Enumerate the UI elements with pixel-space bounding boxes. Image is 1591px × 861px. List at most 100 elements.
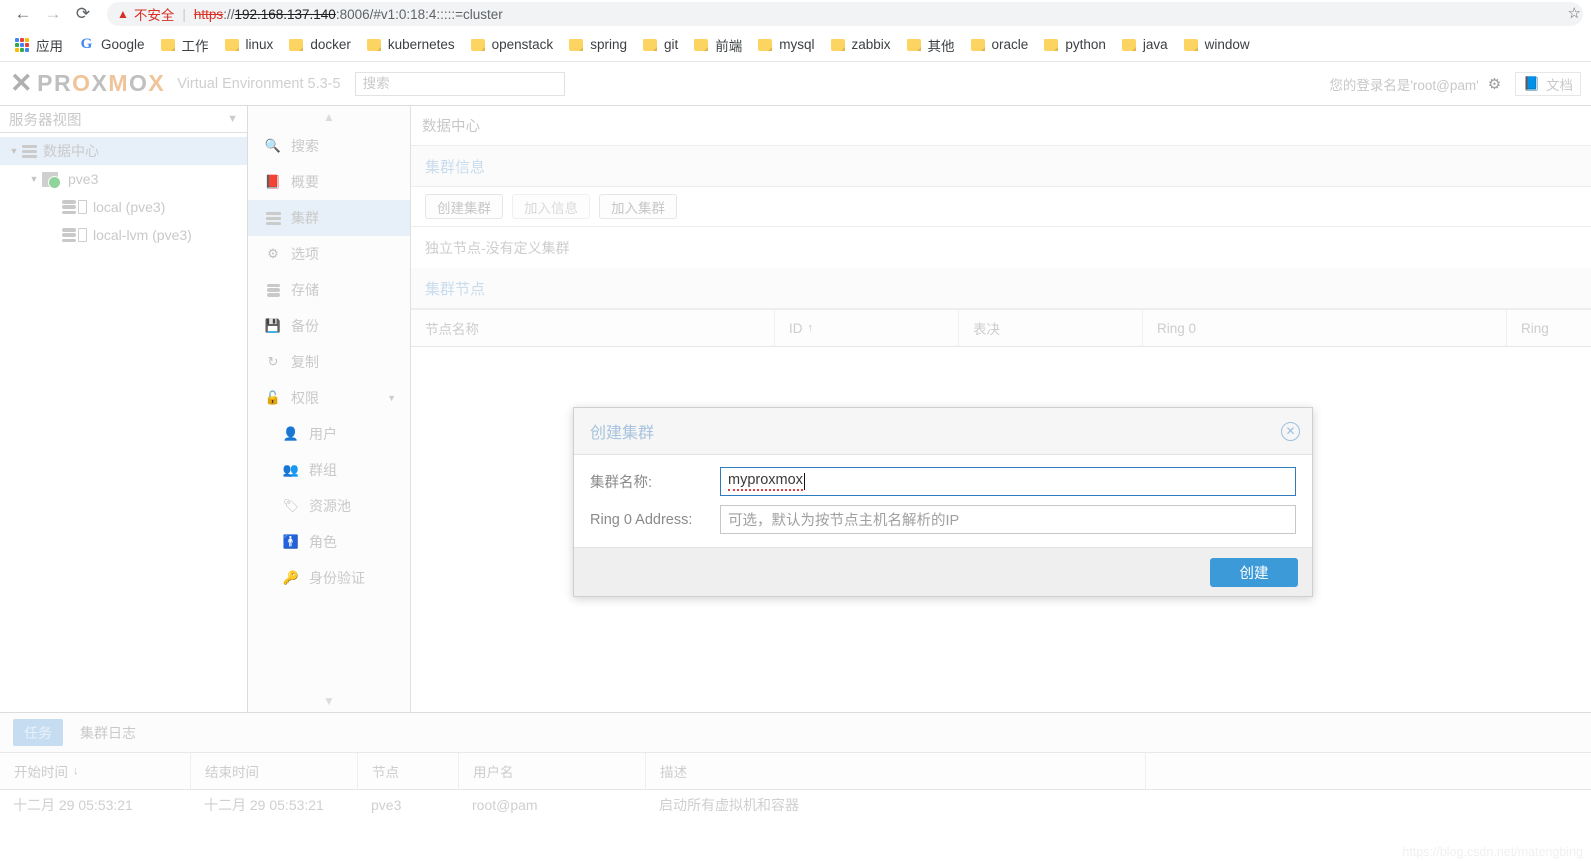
folder-icon (758, 38, 773, 51)
nav-item-book[interactable]: 📕 概要 (248, 164, 410, 200)
column-header[interactable]: 节点 (358, 753, 459, 789)
bookmark-label: 应用 (36, 38, 63, 54)
ring0-address-input[interactable]: 可选，默认为按节点主机名解析的IP (720, 505, 1296, 534)
datacenter-nav-panel: ▲ 🔍 搜索 📕 概要 集群 ⚙ 选项 存储 💾 备份 ↻ 复制 🔓 权限 ▼ 👤 用户 👥 群组 🏷 资源池 🚹 角色 🔑 身… (248, 106, 411, 712)
gear-icon[interactable]: ⚙ (1488, 75, 1501, 93)
folder-icon (906, 38, 921, 51)
nav-item-tag[interactable]: 🏷 资源池 (248, 488, 410, 524)
bookmark-item[interactable]: git (636, 33, 685, 57)
bookmark-item[interactable]: 其他 (900, 33, 962, 57)
bookmark-label: Google (101, 37, 145, 52)
chevron-down-icon[interactable]: ▼ (387, 393, 396, 403)
nav-item-unlock[interactable]: 🔓 权限 ▼ (248, 380, 410, 416)
nav-item-search[interactable]: 🔍 搜索 (248, 128, 410, 164)
tab-1[interactable]: 集群日志 (69, 719, 147, 746)
logo-x3: X (148, 70, 166, 96)
bookmark-item[interactable]: linux (218, 33, 281, 57)
cluster-nodes-title: 集群节点 (411, 268, 1591, 309)
dialog-title: 创建集群 (590, 425, 655, 442)
nav-item-label: 复制 (291, 354, 319, 370)
table-row[interactable]: 十二月 29 05:53:21 十二月 29 05:53:21 pve3 root@p… (0, 790, 1591, 820)
tree-item-local[interactable]: local (pve3) (0, 193, 247, 221)
nav-item-person[interactable]: 🚹 角色 (248, 524, 410, 560)
column-header[interactable]: Ring 0 (1143, 310, 1507, 346)
form-row: Ring 0 Address: 可选，默认为按节点主机名解析的IP (590, 505, 1296, 534)
column-header[interactable]: 描述 (646, 753, 1146, 789)
bookmark-item[interactable]: oracle (964, 33, 1036, 57)
bookmark-label: kubernetes (387, 37, 455, 52)
bookmark-item[interactable]: G Google (72, 33, 152, 57)
bookmark-item[interactable]: spring (562, 33, 634, 57)
tree-view-selector[interactable]: 服务器视图 ▼ (0, 106, 247, 133)
bookmark-label: mysql (779, 37, 815, 52)
task-description: 启动所有虚拟机和容器 (659, 797, 799, 813)
forward-arrow-icon[interactable]: → (38, 2, 68, 26)
datacenter-icon (22, 144, 37, 158)
toolbar-button-0[interactable]: 创建集群 (425, 194, 503, 219)
column-header-label: ID (789, 320, 803, 336)
column-header[interactable]: 用户名 (459, 753, 646, 789)
bookmark-item[interactable]: openstack (464, 33, 561, 57)
bookmark-item[interactable]: zabbix (824, 33, 898, 57)
bookmark-item[interactable]: kubernetes (360, 33, 462, 57)
chevron-down-icon[interactable]: ▼ (6, 146, 22, 156)
folder-icon (1044, 38, 1059, 51)
column-header[interactable]: 节点名称 (411, 310, 775, 346)
column-header[interactable]: Ring (1507, 310, 1591, 346)
search-icon: 🔍 (264, 138, 282, 153)
close-circle-icon[interactable]: ✕ (1281, 421, 1300, 441)
key-icon: 🔑 (282, 570, 300, 585)
nav-item-cluster[interactable]: 集群 (248, 200, 410, 236)
nav-item-label: 身份验证 (309, 570, 365, 586)
nav-item-label: 备份 (291, 318, 319, 334)
create-button[interactable]: 创建 (1210, 557, 1298, 587)
bookmark-item[interactable]: docker (282, 33, 358, 57)
nav-item-user[interactable]: 👤 用户 (248, 416, 410, 452)
folder-icon (470, 38, 485, 51)
folder-icon (1183, 38, 1198, 51)
nav-item-save[interactable]: 💾 备份 (248, 308, 410, 344)
bookmark-item[interactable]: 应用 (8, 33, 70, 57)
task-node: pve3 (371, 797, 402, 813)
column-header[interactable]: 表决 (959, 310, 1143, 346)
task-end-time: 十二月 29 05:53:21 (204, 797, 324, 813)
column-header-label: Ring (1521, 320, 1549, 336)
url-host: 192.168.137.140 (234, 6, 336, 22)
bookmark-label: java (1142, 37, 1168, 52)
tree-item-local-lvm[interactable]: local-lvm (pve3) (0, 221, 247, 249)
storage-icon (62, 228, 87, 242)
nav-item-replicate[interactable]: ↻ 复制 (248, 344, 410, 380)
bookmark-item[interactable]: python (1037, 33, 1113, 57)
chevron-down-icon[interactable]: ▼ (26, 174, 42, 184)
tree-item-pve3[interactable]: ▼ pve3 (0, 165, 247, 193)
bookmark-item[interactable]: window (1177, 33, 1257, 57)
reload-icon[interactable]: ⟳ (68, 2, 98, 26)
bookmark-item[interactable]: mysql (751, 33, 821, 57)
nav-item-users[interactable]: 👥 群组 (248, 452, 410, 488)
tab-0[interactable]: 任务 (13, 719, 63, 746)
search-input[interactable]: 搜索 (354, 71, 565, 96)
bookmark-item[interactable]: 工作 (154, 33, 216, 57)
tree-item-数据中心[interactable]: ▼ 数据中心 (0, 137, 247, 165)
tree-item-label: pve3 (68, 171, 99, 187)
nav-item-key[interactable]: 🔑 身份验证 (248, 560, 410, 596)
cluster-name-input[interactable]: myproxmox (720, 467, 1296, 496)
bookmark-star-icon[interactable]: ☆ (1568, 4, 1581, 22)
logo-o2: O (129, 70, 149, 96)
chevron-down-icon[interactable]: ▼ (248, 690, 410, 712)
documentation-button[interactable]: 📘 文档 (1515, 71, 1581, 96)
bookmark-item[interactable]: 前端 (687, 33, 749, 57)
back-arrow-icon[interactable]: ← (8, 2, 38, 26)
address-bar[interactable]: ▲ 不安全 | https://192.168.137.140:8006/#v1… (107, 2, 1583, 26)
bookmark-item[interactable]: java (1115, 33, 1175, 57)
field-label: Ring 0 Address: (590, 511, 693, 528)
nav-item-storage[interactable]: 存储 (248, 272, 410, 308)
toolbar-button-2[interactable]: 加入集群 (599, 194, 677, 219)
column-header[interactable]: 开始时间 ↓ (0, 753, 191, 789)
column-header[interactable]: 结束时间 (191, 753, 358, 789)
bookmark-label: python (1065, 37, 1106, 52)
column-header[interactable]: ID ↑ (775, 310, 959, 346)
chevron-up-icon[interactable]: ▲ (248, 106, 410, 128)
nav-item-gear[interactable]: ⚙ 选项 (248, 236, 410, 272)
bookmark-label: linux (245, 37, 274, 52)
